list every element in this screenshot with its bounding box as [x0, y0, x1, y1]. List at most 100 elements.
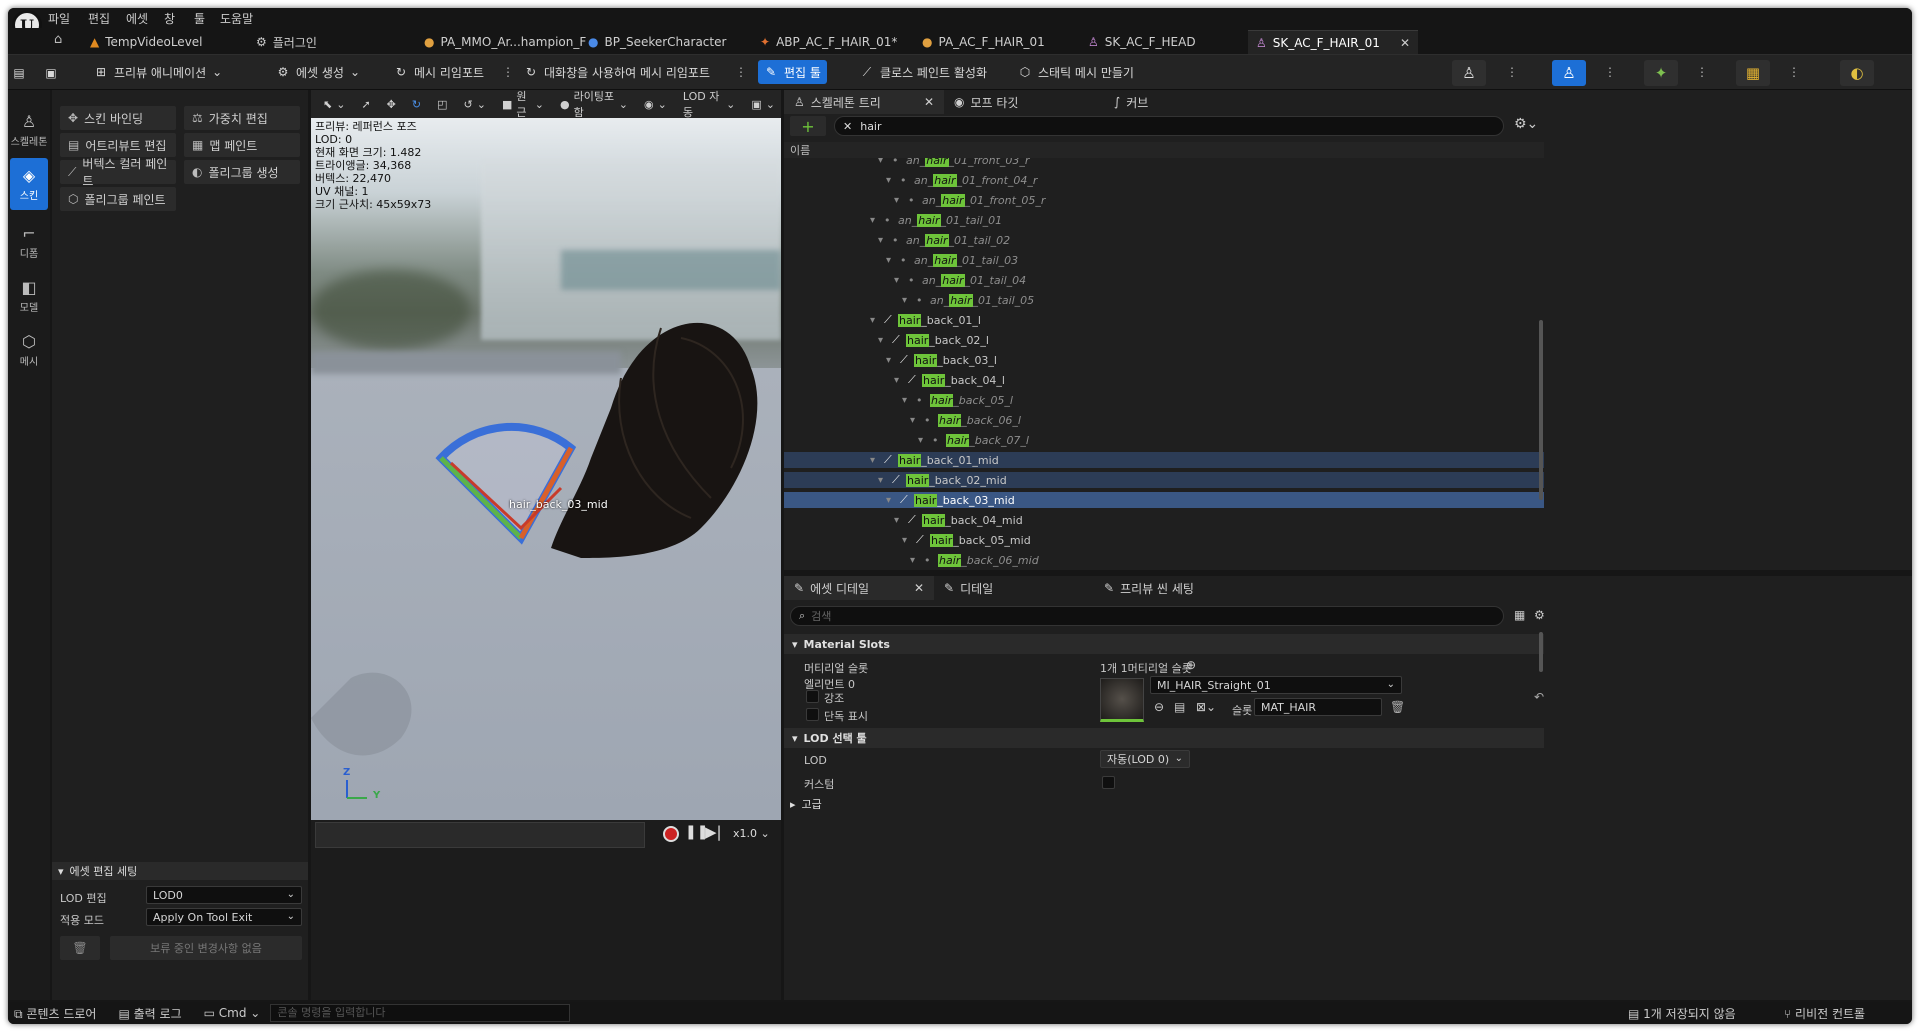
bone-row[interactable]: ▾ • an_hair_01_tail_04 — [784, 272, 1544, 288]
output-log-button[interactable]: ▤ 출력 로그 — [118, 1005, 181, 1022]
apply-mode-dropdown[interactable]: Apply On Tool Exit ⌄ — [146, 908, 302, 926]
details-tab-3[interactable]: ✎ 프리뷰 씬 세팅 — [1094, 576, 1254, 600]
expand-arrow-icon[interactable]: ▾ — [902, 295, 907, 306]
browse-icon[interactable]: ⊖ — [1154, 700, 1164, 714]
bone-row[interactable]: ▾ ⟋ hair_back_02_mid — [784, 472, 1544, 488]
expand-arrow-icon[interactable]: ▾ — [878, 475, 883, 486]
bone-row[interactable]: ▾ • hair_back_05_l — [784, 392, 1544, 408]
tab-1[interactable]: ▲ TempVideoLevel — [82, 30, 242, 54]
lod-auto-dropdown[interactable]: LOD 자동 ⌄ — [677, 90, 742, 119]
more-options-icon[interactable]: ⋮ — [1788, 65, 1800, 79]
bone-row[interactable]: ▾ • an_hair_01_tail_02 — [784, 232, 1544, 248]
rotate-button[interactable]: ↻ — [406, 93, 427, 115]
add-bone-button[interactable]: + — [790, 116, 826, 136]
expand-arrow-icon[interactable]: ▾ — [902, 535, 907, 546]
reimport-dialog-button[interactable]: ↻ 대화창을 사용하여 메시 리임포트 — [518, 60, 716, 84]
console-input[interactable]: 콘솔 명령을 입력합니다 — [270, 1004, 571, 1022]
bone-row[interactable]: ▾ ⟋ hair_back_03_mid — [784, 492, 1544, 508]
details-scrollbar[interactable] — [1539, 632, 1543, 672]
expand-arrow-icon[interactable]: ▾ — [870, 215, 875, 226]
bone-row[interactable]: ▾ ⟋ hair_back_03_l — [784, 352, 1544, 368]
expand-arrow-icon[interactable]: ▾ — [870, 315, 875, 326]
bone-row[interactable]: ▾ ⟋ hair_back_01_l — [784, 312, 1544, 328]
more-options-icon[interactable]: ⋮ — [1604, 65, 1616, 79]
bone-row[interactable]: ▾ ⟋ hair_back_04_mid — [784, 512, 1544, 528]
expand-arrow-icon[interactable]: ▾ — [886, 175, 891, 186]
viewport-layout-dropdown[interactable]: ▣ ⌄ — [745, 93, 781, 115]
menu-item[interactable]: 에셋 — [126, 10, 148, 27]
bone-row[interactable]: ▾ • hair_back_06_mid — [784, 552, 1544, 568]
bone-row[interactable]: ▾ • an_hair_01_front_05_r — [784, 192, 1544, 208]
save-icon[interactable]: ▤ — [12, 66, 26, 80]
menu-item[interactable]: 도움말 — [220, 10, 253, 27]
bone-row[interactable]: ▾ ⟋ hair_back_05_mid — [784, 532, 1544, 548]
pointer-button[interactable]: ➚ — [355, 93, 376, 115]
more-options-icon[interactable]: ⋮ — [1506, 65, 1518, 79]
coordinate-space-dropdown[interactable]: ↺ ⌄ — [458, 93, 492, 115]
bone-row[interactable]: ▾ • an_hair_01_front_03_r — [784, 158, 1544, 168]
perspective-dropdown[interactable]: ■ 원근 ⌄ — [496, 90, 550, 119]
tab-2[interactable]: ⚙ 플러그인 — [248, 30, 408, 54]
bone-row[interactable]: ▾ ⟋ hair_back_02_l — [784, 332, 1544, 348]
menu-item[interactable]: 파일 — [48, 10, 70, 27]
highlight-checkbox[interactable] — [806, 690, 819, 703]
folder-icon[interactable]: ▤ — [1174, 700, 1185, 714]
bone-row[interactable]: ▾ • hair_back_07_l — [784, 432, 1544, 448]
scale-button[interactable]: ◰ — [431, 93, 453, 115]
step-forward-icon[interactable]: ▶| — [705, 823, 722, 841]
add-material-icon[interactable]: ⊕ — [1186, 658, 1196, 672]
menu-item[interactable]: 창 — [164, 10, 175, 27]
tool-button-4[interactable]: ▦ 맵 페인트 — [184, 133, 300, 157]
material-thumbnail[interactable] — [1100, 678, 1144, 722]
lighting-dropdown[interactable]: ● 라이팅포함 ⌄ — [554, 90, 634, 119]
asset-edit-settings-header[interactable]: ▾ 에셋 편집 세팅 — [52, 862, 308, 880]
home-icon[interactable]: ⌂ — [54, 32, 62, 47]
mode-4[interactable]: ◧ 모델 — [10, 270, 48, 322]
tab-8[interactable]: ♙ SK_AC_F_HAIR_01 ✕ — [1248, 30, 1418, 54]
clear-search-icon[interactable]: ✕ — [843, 120, 852, 133]
expand-arrow-icon[interactable]: ▾ — [910, 415, 915, 426]
tool-button-3[interactable]: ▤ 어트리뷰트 편집 — [60, 133, 176, 157]
settings-gear-icon[interactable]: ⚙ — [1534, 608, 1545, 622]
expand-arrow-icon[interactable]: ▾ — [918, 435, 923, 446]
expand-arrow-icon[interactable]: ▾ — [894, 275, 899, 286]
bone-row[interactable]: ▾ • an_hair_01_tail_01 — [784, 212, 1544, 228]
skeleton-editor-button[interactable]: ♙ — [1452, 60, 1486, 86]
bone-row[interactable]: ▾ • an_hair_01_tail_05 — [784, 292, 1544, 308]
tool-button-2[interactable]: ⚖ 가중치 편집 — [184, 106, 300, 130]
translate-button[interactable]: ✥ — [381, 93, 402, 115]
edit-tools-button[interactable]: ✎ 편집 툴 — [758, 60, 827, 84]
revision-control-button[interactable]: ⑂ 리비전 컨트롤 — [1784, 1005, 1865, 1022]
lod-picker-dropdown[interactable]: 자동(LOD 0) ⌄ — [1100, 750, 1190, 768]
expand-arrow-icon[interactable]: ▾ — [886, 495, 891, 506]
unsaved-button[interactable]: ▤ 1개 저장되지 않음 — [1628, 1005, 1736, 1022]
more-options-icon[interactable]: ⋮ — [735, 65, 747, 79]
expand-arrow-icon[interactable]: ▾ — [886, 355, 891, 366]
more-options-icon[interactable]: ⋮ — [1696, 65, 1708, 79]
close-tab-icon[interactable]: ✕ — [1400, 36, 1410, 50]
mode-5[interactable]: ⬡ 메시 — [10, 324, 48, 376]
make-static-mesh-button[interactable]: ⬡ 스태틱 메시 만들기 — [1012, 60, 1140, 84]
material-dropdown[interactable]: MI_HAIR_Straight_01 ⌄ — [1150, 676, 1402, 694]
bone-search-input[interactable]: ✕ hair — [834, 116, 1504, 136]
bone-row[interactable]: ▾ • hair_back_06_l — [784, 412, 1544, 428]
menu-item[interactable]: 편집 — [88, 10, 110, 27]
create-asset-dropdown[interactable]: ⚙ 에셋 생성 ⌄ — [270, 60, 366, 84]
custom-checkbox[interactable] — [1102, 776, 1115, 789]
show-dropdown[interactable]: ◉ ⌄ — [638, 93, 673, 115]
bone-row[interactable]: ▾ ⟋ hair_back_04_l — [784, 372, 1544, 388]
panel-tab-2[interactable]: ◉ 모프 타깃 — [944, 90, 1104, 114]
tab-6[interactable]: ● PA_AC_F_HAIR_01 — [914, 30, 1074, 54]
more-options-icon[interactable]: ⋮ — [502, 65, 514, 79]
bone-row[interactable]: ▾ • an_hair_01_front_04_r — [784, 172, 1544, 188]
expand-arrow-icon[interactable]: ▾ — [878, 235, 883, 246]
physics-editor-button[interactable]: ◐ — [1840, 60, 1874, 86]
preview-animation-dropdown[interactable]: ⊞ 프리뷰 애니메이션 ⌄ — [88, 60, 228, 84]
tab-4[interactable]: ● BP_SeekerCharacter — [580, 30, 740, 54]
mesh-editor-button[interactable]: ♙ — [1552, 60, 1586, 86]
viewport[interactable]: hair_back_03_mid Z Y 프리뷰: 레퍼런스 포즈 LOD: 0현… — [311, 90, 781, 820]
blueprint-editor-button[interactable]: ▦ — [1736, 60, 1770, 86]
expand-arrow-icon[interactable]: ▾ — [870, 455, 875, 466]
tab-7[interactable]: ♙ SK_AC_F_HEAD — [1080, 30, 1240, 54]
record-icon[interactable] — [663, 826, 679, 842]
